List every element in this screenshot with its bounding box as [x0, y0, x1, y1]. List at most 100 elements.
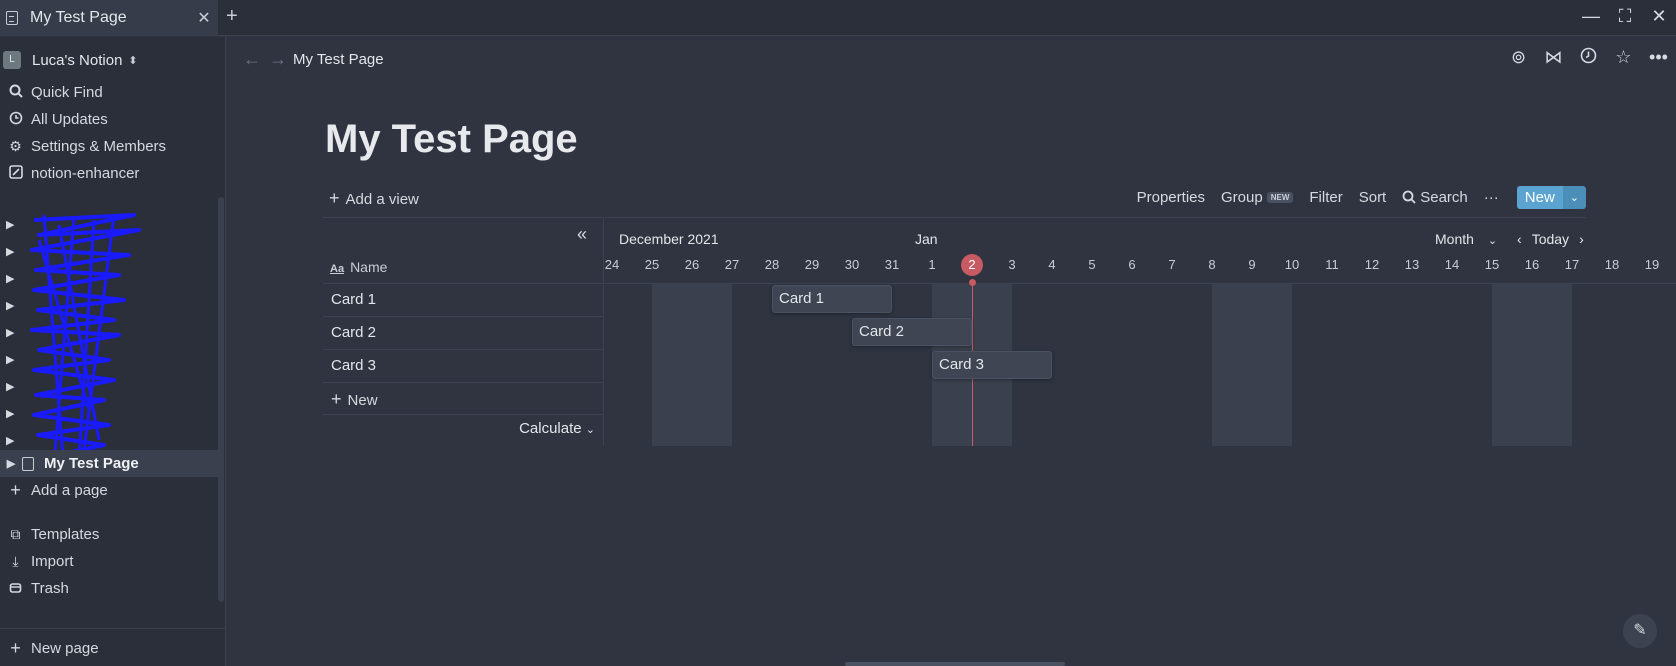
day-label: 26: [684, 257, 700, 272]
chevron-down-icon[interactable]: ⌄: [1562, 185, 1586, 209]
expand-arrow-icon[interactable]: ▶: [6, 407, 14, 420]
day-label: 3: [1008, 257, 1016, 272]
table-row[interactable]: Card 1: [323, 283, 604, 316]
day-label: 9: [1248, 257, 1256, 272]
new-button-label[interactable]: New: [1516, 185, 1563, 209]
weekend-column: [652, 283, 732, 446]
tab-my-test-page[interactable]: My Test Page ✕: [0, 0, 218, 36]
day-label: 15: [1484, 257, 1500, 272]
calculate-label: Calculate: [519, 420, 582, 437]
day-label: 28: [764, 257, 780, 272]
chevron-right-icon[interactable]: ›: [1579, 231, 1584, 247]
day-label: 27: [724, 257, 740, 272]
comments-icon[interactable]: ⊚: [1501, 47, 1536, 69]
expand-arrow-icon[interactable]: ▶: [6, 218, 14, 231]
name-column-header[interactable]: Aa Name: [330, 259, 387, 275]
day-label: 12: [1364, 257, 1380, 272]
breadcrumb[interactable]: My Test Page: [293, 51, 384, 68]
sidebar-item-notion-enhancer[interactable]: notion-enhancer: [0, 160, 218, 187]
close-icon[interactable]: ✕: [190, 8, 218, 28]
sidebar-item-quick-find[interactable]: Quick Find: [0, 79, 218, 106]
timeline-card[interactable]: Card 3: [932, 351, 1052, 379]
help-button[interactable]: ✎: [1623, 614, 1657, 648]
sidebar-item-label: Trash: [31, 580, 69, 597]
workspace-switcher[interactable]: L Luca's Notion ⬍: [0, 48, 138, 72]
window-close-icon[interactable]: ✕: [1642, 6, 1676, 27]
search-label: Search: [1420, 188, 1468, 206]
horizontal-scrollbar[interactable]: [845, 662, 1065, 666]
history-icon[interactable]: [1571, 47, 1606, 69]
timeline-card[interactable]: Card 1: [772, 285, 892, 313]
new-row-button[interactable]: + New: [323, 382, 604, 415]
redaction-scribble: [30, 213, 141, 471]
expand-arrow-icon[interactable]: ▶: [6, 380, 14, 393]
table-row[interactable]: Card 3: [323, 349, 604, 382]
day-label: 7: [1168, 257, 1176, 272]
scale-label: Month: [1435, 231, 1474, 247]
expand-arrow-icon[interactable]: ▶: [6, 434, 14, 447]
new-row-label: New: [347, 392, 378, 409]
group-button[interactable]: Group NEW: [1221, 189, 1294, 206]
search-button[interactable]: Search: [1402, 189, 1468, 206]
add-page-button[interactable]: + Add a page: [0, 477, 218, 504]
sidebar-item-trash[interactable]: Trash: [0, 575, 218, 602]
day-label: 14: [1444, 257, 1460, 272]
expand-arrow-icon[interactable]: ▶: [6, 245, 14, 258]
new-badge: NEW: [1266, 191, 1294, 203]
star-icon[interactable]: ☆: [1606, 47, 1641, 69]
sidebar-scrollbar[interactable]: [218, 197, 224, 602]
day-label: 16: [1524, 257, 1540, 272]
clock-icon: [0, 111, 31, 128]
expand-arrow-icon[interactable]: ▶: [6, 272, 14, 285]
weekend-column: [1212, 283, 1292, 446]
chevron-down-icon: ⌄: [585, 424, 595, 436]
sidebar-item-import[interactable]: ⤓ Import: [0, 548, 218, 575]
back-forward-icons[interactable]: ←→: [243, 49, 295, 70]
sort-button[interactable]: Sort: [1359, 189, 1387, 206]
today-button[interactable]: Today: [1532, 231, 1569, 247]
sidebar-item-my-test-page[interactable]: ▶ My Test Page: [0, 450, 218, 477]
new-tab-button[interactable]: +: [226, 5, 238, 28]
day-label: 1: [928, 257, 936, 272]
more-icon[interactable]: •••: [1641, 47, 1676, 69]
sidebar-item-label: My Test Page: [44, 455, 139, 472]
month-label: December 2021: [619, 231, 719, 247]
gear-icon: ⚙: [9, 138, 22, 154]
chevron-left-icon[interactable]: ‹: [1517, 231, 1522, 247]
plus-icon: +: [10, 480, 21, 500]
collapse-table-icon[interactable]: «: [577, 224, 587, 245]
tab-bar: My Test Page ✕ + — ⛶ ✕: [0, 0, 1676, 36]
add-view-button[interactable]: + Add a view: [329, 188, 419, 209]
sidebar-item-templates[interactable]: ⧉ Templates: [0, 521, 218, 548]
day-label: 11: [1325, 257, 1339, 272]
sidebar-footer: + New page: [0, 628, 226, 666]
filter-button[interactable]: Filter: [1309, 189, 1342, 206]
day-label: 18: [1604, 257, 1620, 272]
sidebar-item-settings[interactable]: ⚙ Settings & Members: [0, 133, 218, 160]
trash-icon: [0, 581, 31, 597]
new-button[interactable]: New ⌄: [1516, 185, 1586, 209]
timeline-scale-dropdown[interactable]: Month ⌄: [1435, 231, 1507, 247]
properties-button[interactable]: Properties: [1137, 189, 1205, 206]
day-label: 25: [644, 257, 660, 272]
day-label: 8: [1208, 257, 1216, 272]
expand-arrow-icon[interactable]: ▶: [6, 326, 14, 339]
share-icon[interactable]: ⋈: [1536, 47, 1571, 69]
calculate-dropdown[interactable]: Calculate ⌄: [519, 420, 595, 437]
page-title[interactable]: My Test Page: [325, 117, 578, 162]
sidebar-item-all-updates[interactable]: All Updates: [0, 106, 218, 133]
maximize-icon[interactable]: ⛶: [1608, 6, 1642, 27]
weekend-column: [1492, 283, 1572, 446]
new-page-button[interactable]: + New page: [0, 635, 218, 662]
page-icon: [22, 456, 34, 471]
expand-arrow-icon[interactable]: ▶: [6, 299, 14, 312]
expand-arrow-icon[interactable]: ▶: [6, 353, 14, 366]
timeline-card[interactable]: Card 2: [852, 318, 972, 346]
text-property-icon: Aa: [330, 263, 345, 275]
table-row[interactable]: Card 2: [323, 316, 604, 349]
minimize-icon[interactable]: —: [1574, 6, 1608, 27]
workspace-avatar: L: [3, 51, 21, 69]
day-label: 17: [1564, 257, 1580, 272]
expand-arrow-icon[interactable]: ▶: [0, 457, 22, 470]
more-options-button[interactable]: ···: [1484, 189, 1499, 206]
